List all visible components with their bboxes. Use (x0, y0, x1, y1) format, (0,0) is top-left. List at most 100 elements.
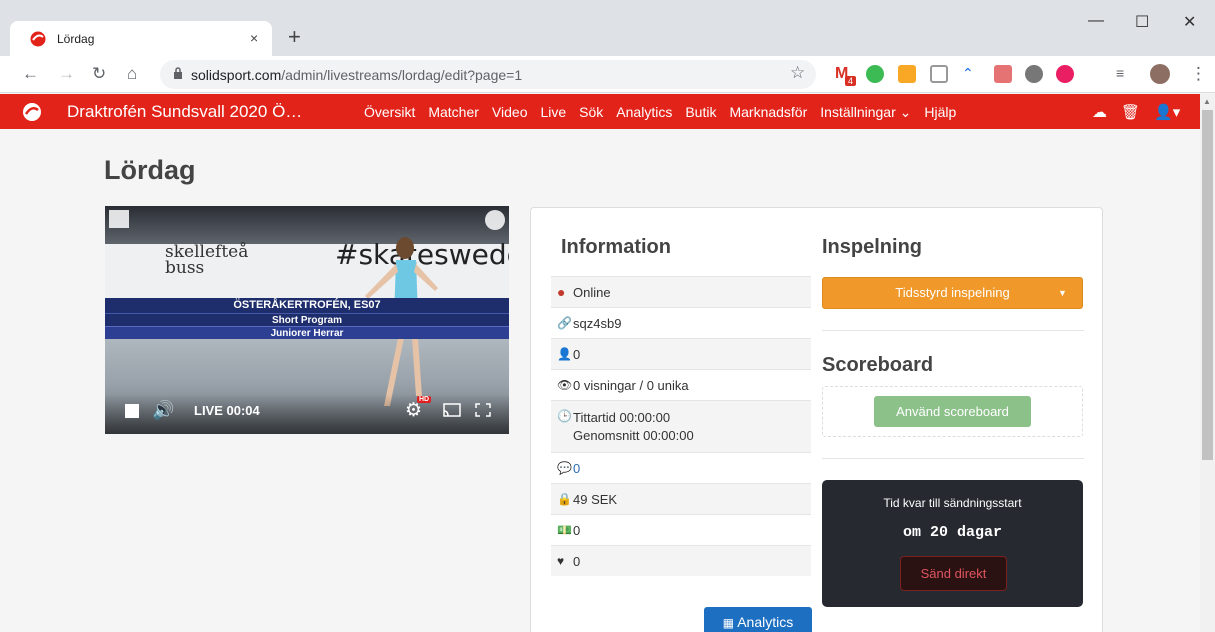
live-timer: LIVE 00:04 (194, 403, 260, 418)
browser-tab[interactable]: Lördag × (10, 21, 272, 56)
nav-oversikt[interactable]: Översikt (364, 104, 415, 121)
browser-menu-icon[interactable]: ⋮ (1190, 64, 1207, 84)
avg-time: Genomsnitt 00:00:00 (573, 428, 694, 443)
nav-butik[interactable]: Butik (685, 104, 716, 121)
analytics-button[interactable]: ▦ Analytics (704, 607, 812, 632)
caption-event: ÖSTERÅKERTROFÉN, ES07 (105, 298, 509, 313)
home-icon[interactable]: ⌂ (127, 64, 137, 84)
divider (822, 458, 1084, 459)
forward-arrow-icon[interactable]: → (58, 64, 75, 84)
main-menu: Översikt Matcher Video Live Sök Analytic… (364, 104, 969, 121)
users-count: 0 (573, 347, 581, 362)
watch-time: Tittartid 00:00:00 (573, 410, 671, 425)
price-text: 49 SEK (573, 492, 618, 507)
status-row: ● Online (551, 276, 811, 307)
money-icon: 💵 (557, 523, 572, 537)
link-icon: 🔗 (557, 316, 572, 330)
countdown-label: Tid kvar till sändningsstart (883, 496, 1022, 510)
status-text: Online (573, 285, 611, 300)
go-live-button[interactable]: Sänd direkt (900, 556, 1007, 591)
nav-marknadsfor[interactable]: Marknadsför (729, 104, 807, 121)
record-extension-icon[interactable] (1056, 65, 1074, 83)
nav-hjalp[interactable]: Hjälp (924, 104, 956, 121)
scheduled-recording-button[interactable]: Tidsstyrd inspelning ▼ (822, 277, 1083, 309)
nav-analytics[interactable]: Analytics (616, 104, 672, 121)
scheduled-recording-label: Tidsstyrd inspelning (895, 285, 1010, 300)
countdown-panel: Tid kvar till sändningsstart om 20 dagar… (822, 480, 1083, 607)
caret-down-icon: ▼ (1058, 288, 1067, 298)
browser-toolbar: ← → ↻ ⌂ solidsport.com/admin/livestreams… (0, 56, 1215, 93)
new-tab-icon[interactable]: + (288, 24, 301, 50)
online-dot-icon: ● (557, 284, 566, 300)
upload-cloud-icon[interactable]: ☁ (1092, 103, 1107, 121)
likes-count: 0 (573, 554, 581, 569)
federation-logo (109, 210, 129, 228)
window-maximize-icon[interactable]: ☐ (1135, 12, 1149, 32)
navbar-actions: ☁ 🗑 👤▾ (1092, 103, 1180, 121)
bookmark-star-icon[interactable]: ☆ (790, 63, 805, 83)
url-host: solidsport.com (191, 67, 282, 83)
money-count: 0 (573, 523, 581, 538)
stream-code: sqz4sb9 (573, 316, 622, 331)
tab-title: Lördag (57, 32, 95, 46)
money-row: 💵 0 (551, 514, 811, 545)
grid-extension-icon[interactable] (930, 65, 948, 83)
pdf-extension-icon[interactable] (994, 65, 1012, 83)
nav-live[interactable]: Live (540, 104, 566, 121)
solidsport-logo-icon[interactable] (22, 102, 42, 122)
scrollbar-thumb[interactable] (1202, 110, 1213, 460)
divider (822, 330, 1084, 331)
reload-icon[interactable]: ↻ (92, 64, 106, 84)
channel-name[interactable]: Draktrofén Sundsvall 2020 Ö… (67, 102, 302, 122)
price-row: 🔒 49 SEK (551, 483, 811, 514)
nav-sok[interactable]: Sök (579, 104, 603, 121)
heart-icon: ♥ (557, 554, 565, 568)
comments-count[interactable]: 0 (573, 461, 580, 476)
caret-extension-icon[interactable]: ⌃ (962, 65, 980, 83)
code-row: 🔗 sqz4sb9 (551, 307, 811, 338)
watch-time-block: Tittartid 00:00:00 Genomsnitt 00:00:00 (573, 409, 694, 445)
use-scoreboard-button[interactable]: Använd scoreboard (874, 396, 1031, 427)
eye-icon: 👁 (557, 378, 573, 392)
url-text: solidsport.com/admin/livestreams/lordag/… (191, 67, 522, 83)
scroll-up-icon[interactable]: ▲ (1203, 97, 1211, 106)
watch-time-row: 🕒 Tittartid 00:00:00 Genomsnitt 00:00:00 (551, 400, 811, 452)
users-row: 👤 0 (551, 338, 811, 369)
analytics-label: Analytics (737, 614, 794, 630)
comment-icon: 💬 (557, 461, 572, 475)
cast-icon[interactable] (443, 403, 461, 417)
bar-chart-icon: ▦ (722, 616, 735, 630)
video-player[interactable]: skellefteå buss #skatesweden ÖSTERÅKERTR… (105, 206, 509, 434)
stop-icon[interactable] (125, 404, 139, 418)
user-icon: 👤 (557, 347, 572, 361)
profile-avatar[interactable] (1150, 64, 1170, 84)
rss-extension-icon[interactable] (898, 65, 916, 83)
lock-icon (174, 67, 182, 79)
nav-video[interactable]: Video (492, 104, 528, 121)
window-minimize-icon[interactable]: — (1088, 12, 1104, 30)
volume-icon[interactable]: 🔊 (152, 400, 174, 421)
event-caption: ÖSTERÅKERTROFÉN, ES07 Short Program Juni… (105, 298, 509, 340)
reading-list-icon[interactable]: ≡ (1116, 65, 1134, 83)
address-bar[interactable]: solidsport.com/admin/livestreams/lordag/… (160, 60, 816, 89)
views-text: 0 visningar / 0 unika (573, 378, 689, 393)
clock-icon: 🕒 (557, 409, 572, 423)
browser-tabstrip: Lördag × + — ☐ ✕ (0, 0, 1215, 56)
fullscreen-icon[interactable] (475, 403, 491, 417)
caption-category: Juniorer Herrar (105, 326, 509, 339)
trash-icon[interactable]: 🗑 (1121, 103, 1140, 121)
caption-program: Short Program (105, 313, 509, 326)
url-path: /admin/livestreams/lordag/edit?page=1 (281, 67, 523, 83)
solidsport-favicon-icon (30, 31, 46, 47)
back-arrow-icon[interactable]: ← (22, 64, 39, 84)
tab-close-icon[interactable]: × (250, 30, 258, 46)
nav-matcher[interactable]: Matcher (428, 104, 479, 121)
countdown-value: om 20 dagar (902, 524, 1003, 541)
nav-installningar[interactable]: Inställningar ⌄ (820, 104, 911, 121)
views-row: 👁 0 visningar / 0 unika (551, 369, 811, 400)
drive-extension-icon[interactable] (1025, 65, 1043, 83)
green-extension-icon[interactable] (866, 65, 884, 83)
ad-left-text: skellefteå buss (165, 242, 249, 278)
user-menu-icon[interactable]: 👤▾ (1154, 103, 1180, 121)
window-close-icon[interactable]: ✕ (1183, 12, 1196, 32)
